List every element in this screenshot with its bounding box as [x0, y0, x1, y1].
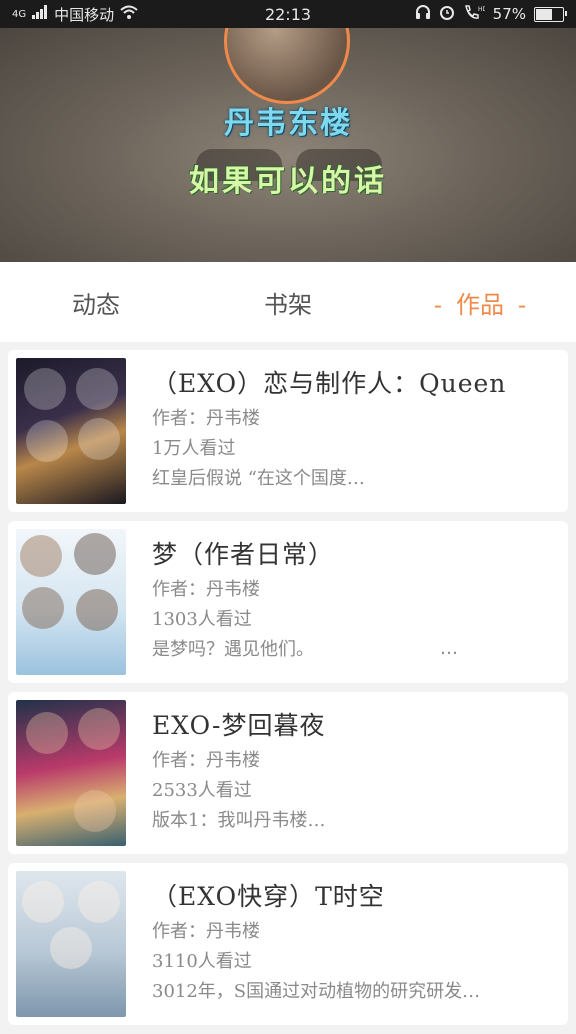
more-icon[interactable]: …: [440, 638, 458, 659]
status-bar: 4G 中国移动 22:13 HD 57%: [0, 0, 576, 28]
work-card[interactable]: （EXO）恋与制作人：Queen 作者：丹韦楼 1万人看过 红皇后假说 “在这个…: [8, 350, 568, 512]
work-card[interactable]: EXO-梦回暮夜 作者：丹韦楼 2533人看过 版本1：我叫丹韦楼…: [8, 692, 568, 854]
alarm-icon: [439, 4, 455, 24]
author-name: 丹韦东楼: [224, 106, 352, 141]
tab-activity[interactable]: 动态: [0, 285, 192, 320]
profile-banner: 丹韦东楼 如果可以的话: [0, 28, 576, 262]
book-cover: [16, 529, 126, 675]
book-cover: [16, 358, 126, 504]
hd-call-icon: HD: [463, 4, 487, 24]
work-author: 作者：丹韦楼: [152, 579, 260, 600]
work-views: 1303人看过: [152, 609, 252, 630]
tab-indicator-left: -: [433, 290, 442, 319]
tab-bookshelf[interactable]: 书架: [192, 285, 384, 320]
work-author: 作者：丹韦楼: [152, 408, 260, 429]
work-author: 作者：丹韦楼: [152, 921, 260, 942]
tab-indicator-right: -: [518, 290, 527, 319]
avatar[interactable]: [224, 28, 350, 104]
battery-percent: 57%: [492, 5, 526, 23]
work-title: （EXO）恋与制作人：Queen: [152, 369, 507, 398]
work-excerpt: 版本1：我叫丹韦楼…: [152, 810, 326, 831]
work-card[interactable]: （EXO快穿）T时空 作者：丹韦楼 3110人看过 3012年，S国通过对动植物…: [8, 863, 568, 1025]
tab-bar: 动态 书架 - 作品 -: [0, 262, 576, 342]
works-list: （EXO）恋与制作人：Queen 作者：丹韦楼 1万人看过 红皇后假说 “在这个…: [8, 350, 568, 1034]
work-excerpt: 是梦吗？遇见他们。: [152, 639, 314, 660]
network-type: 4G: [12, 8, 27, 20]
book-cover: [16, 871, 126, 1017]
work-views: 1万人看过: [152, 438, 236, 459]
book-cover: [16, 700, 126, 846]
clock: 22:13: [264, 4, 312, 24]
headset-icon: [415, 4, 431, 24]
work-title: （EXO快穿）T时空: [152, 882, 385, 911]
author-signature: 如果可以的话: [189, 164, 387, 199]
work-author: 作者：丹韦楼: [152, 750, 260, 771]
work-title: EXO-梦回暮夜: [152, 711, 326, 740]
work-excerpt: 3012年，S国通过对动植物的研究研发…: [152, 981, 481, 1002]
svg-text:HD: HD: [478, 6, 485, 13]
tab-works-label: 作品: [456, 290, 504, 319]
signal-icon: [32, 5, 48, 23]
work-views: 2533人看过: [152, 780, 252, 801]
work-title: 梦（作者日常）: [152, 540, 335, 569]
work-views: 3110人看过: [152, 951, 252, 972]
battery-icon: [534, 6, 567, 22]
tab-works[interactable]: - 作品 -: [384, 285, 576, 320]
work-excerpt: 红皇后假说 “在这个国度…: [152, 468, 365, 489]
wifi-icon: [120, 5, 138, 23]
carrier-label: 中国移动: [54, 5, 115, 24]
work-card[interactable]: 梦（作者日常） 作者：丹韦楼 1303人看过 是梦吗？遇见他们。 …: [8, 521, 568, 683]
